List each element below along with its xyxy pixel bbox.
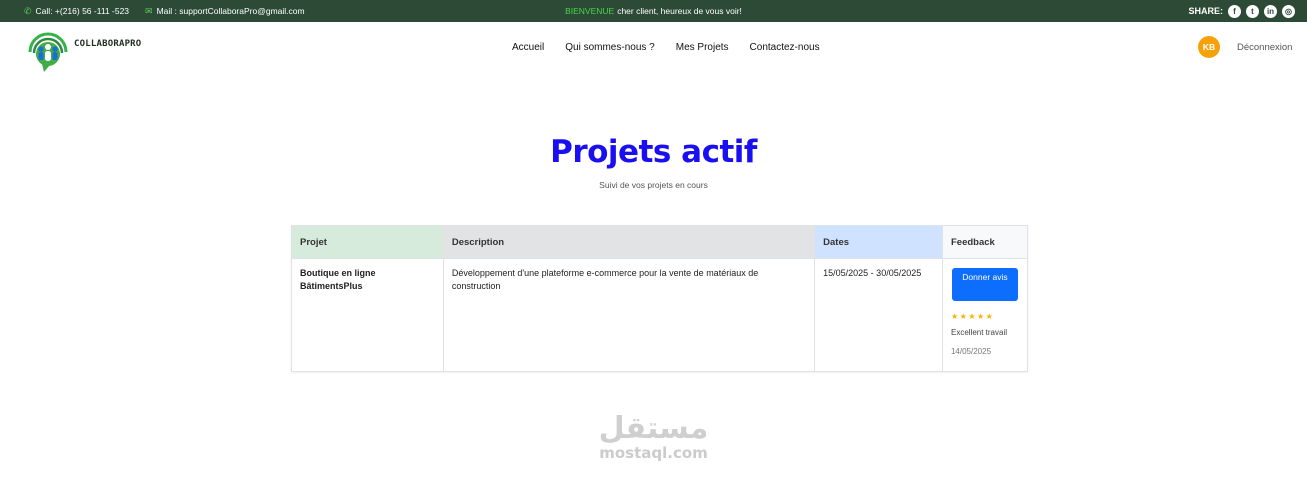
welcome-text: cher client, heureux de vous voir! [617,6,742,16]
main-menu: Accueil Qui sommes-nous ? Mes Projets Co… [512,42,820,53]
page-subtitle: Suivi de vos projets en cours [599,180,708,190]
feedback-comment: Excellent travail [950,327,1008,337]
watermark-latin: mostaql.com [599,444,708,462]
mostaql-watermark: مستقل mostaql.com [0,411,1307,463]
watermark-arabic: مستقل [598,411,709,446]
project-name: Boutique en ligne BâtimentsPlus [291,258,444,372]
main-navbar: COLLABORAPRO Accueil Qui sommes-nous ? M… [0,22,1307,76]
project-description: Développement d'une plateforme e-commerc… [443,258,816,372]
linkedin-icon[interactable]: in [1264,4,1277,18]
brand-logo[interactable]: COLLABORAPRO [24,26,141,74]
project-feedback: Donner avis ★★★★★ Excellent travail 14/0… [942,258,1029,372]
call-info[interactable]: ✆ Call: +(216) 56 -111 -523 [24,6,129,17]
header-projet: Projet [291,225,444,259]
nav-contactez-nous[interactable]: Contactez-nous [750,42,820,53]
twitter-icon[interactable]: t [1246,4,1259,18]
brand-name: COLLABORAPRO [74,39,142,49]
project-dates: 15/05/2025 - 30/05/2025 [814,258,943,372]
top-info-bar: ✆ Call: +(216) 56 -111 -523 ✉ Mail : sup… [0,0,1307,22]
dribbble-icon[interactable]: ◎ [1282,4,1295,18]
call-label: Call: +(216) 56 -111 -523 [35,6,130,16]
page-title: Projets actif [550,134,757,170]
nav-mes-projets[interactable]: Mes Projets [676,42,729,53]
facebook-icon[interactable]: f [1228,4,1241,18]
share-links: SHARE: f t in ◎ [1188,0,1295,22]
mail-info[interactable]: ✉ Mail : supportCollaboraPro@gmail.com [145,6,305,17]
header-feedback: Feedback [942,225,1029,259]
projects-table: Projet Description Dates Feedback Boutiq… [291,225,1029,372]
share-label: SHARE: [1188,6,1223,16]
user-avatar[interactable]: KB [1198,36,1220,58]
rating-stars: ★★★★★ [950,312,995,321]
welcome-highlight: BIENVENUE [565,6,615,16]
header-description: Description [443,225,816,259]
mail-icon: ✉ [145,5,153,16]
feedback-date: 14/05/2025 [950,347,992,357]
header-dates: Dates [814,225,943,259]
mail-label: Mail : supportCollaboraPro@gmail.com [156,6,305,16]
nav-accueil[interactable]: Accueil [512,42,544,53]
contact-info: ✆ Call: +(216) 56 -111 -523 ✉ Mail : sup… [24,0,305,22]
table-header-row: Projet Description Dates Feedback [291,225,1029,259]
collaborapro-logo-icon [28,32,68,72]
give-feedback-button[interactable]: Donner avis [951,268,1018,301]
phone-icon: ✆ [24,5,32,16]
logout-link[interactable]: Déconnexion [1237,42,1292,53]
table-row: Boutique en ligne BâtimentsPlus Développ… [291,258,1029,372]
nav-qui-sommes-nous[interactable]: Qui sommes-nous ? [565,42,654,53]
